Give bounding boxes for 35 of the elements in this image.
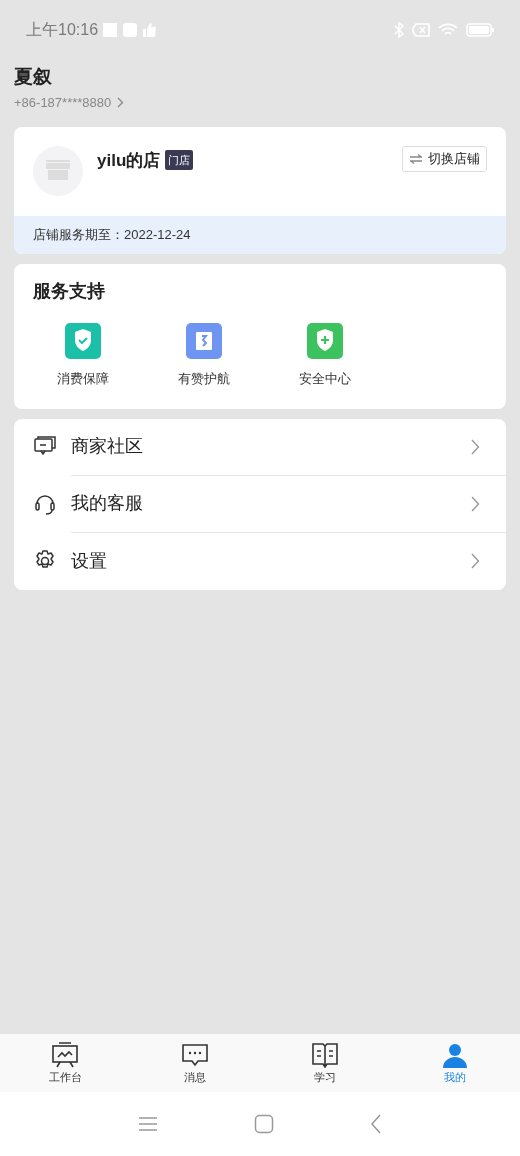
chevron-right-icon [471, 438, 480, 455]
home-icon[interactable] [254, 1114, 274, 1134]
shop-name: yilu的店 [97, 149, 161, 172]
thumbs-up-icon [142, 22, 159, 38]
store-tag: 门店 [165, 150, 194, 171]
person-icon [441, 1042, 469, 1068]
user-name: 夏叙 [14, 65, 53, 89]
chevron-right-icon [471, 495, 480, 512]
open-book-icon [311, 1042, 339, 1068]
service-item[interactable]: 安全中心 [277, 322, 373, 388]
status-time: 上午10:16 [26, 20, 99, 40]
wifi-icon [438, 23, 458, 37]
menu-item[interactable]: 设置 [14, 532, 506, 590]
switch-shop-button[interactable]: 切换店铺 [402, 145, 487, 172]
service-expiry-text: 店铺服务期至：2022-12-24 [14, 215, 506, 254]
store-icon [33, 145, 83, 196]
tab[interactable]: 消息 [130, 1034, 260, 1092]
menu-icon[interactable] [138, 1116, 158, 1132]
headset-icon [33, 492, 57, 516]
back-icon[interactable] [370, 1114, 382, 1134]
chevron-right-icon [471, 553, 480, 569]
tab[interactable]: 学习 [260, 1034, 390, 1092]
tab[interactable]: 我的 [390, 1034, 520, 1092]
swap-icon [409, 153, 423, 164]
section-title: 服务支持 [33, 279, 106, 303]
tab[interactable]: 工作台 [0, 1034, 130, 1092]
service-item[interactable]: 消费保障 [35, 322, 131, 388]
chevron-right-icon[interactable] [117, 97, 125, 109]
easel-chart-icon [51, 1042, 79, 1068]
battery-icon [466, 23, 494, 37]
menu-item[interactable]: 商家社区 [14, 418, 506, 476]
menu-item[interactable]: 我的客服 [14, 475, 506, 533]
message-icon [181, 1042, 209, 1068]
service-item[interactable]: 有赞护航 [156, 322, 252, 388]
bluetooth-icon [394, 22, 404, 38]
